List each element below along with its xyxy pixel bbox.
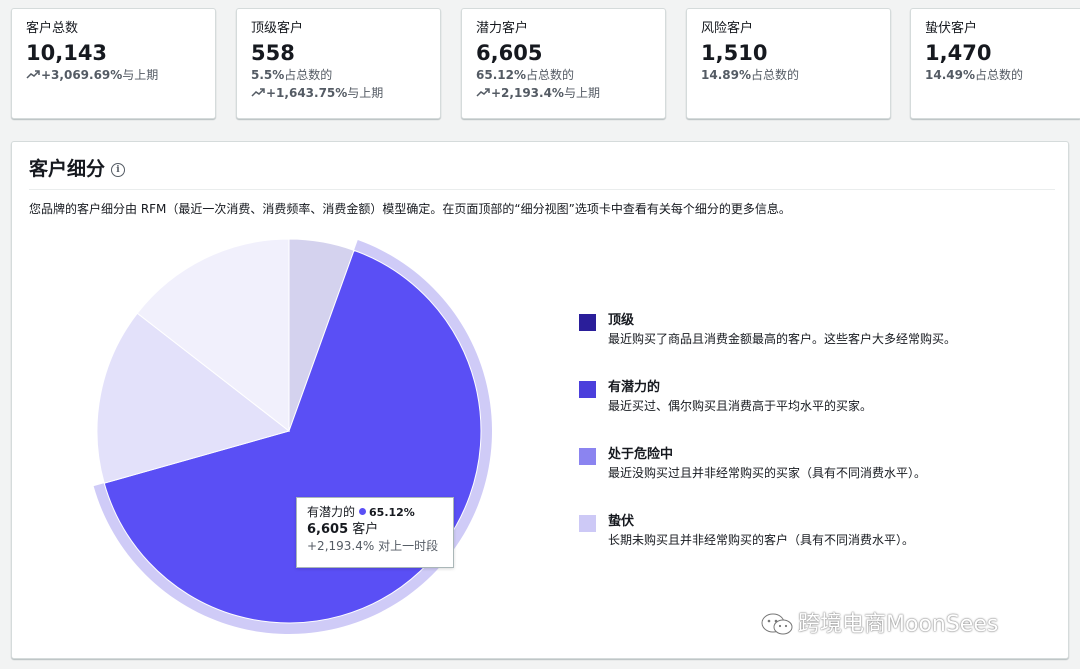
trend-up-icon (251, 88, 265, 97)
legend-desc: 最近购买了商品且消费金额最高的客户。这些客户大多经常购买。 (608, 332, 957, 346)
stat-share: 65.12%占总数的 (476, 68, 574, 82)
stat-share: 14.49%占总数的 (925, 68, 1023, 82)
trend-up-icon (26, 70, 40, 79)
trend-up-icon (476, 88, 490, 97)
stat-card-top: 顶级客户 558 5.5%占总数的 +1,643.75%与上期 (236, 8, 441, 119)
legend-swatch (579, 314, 596, 331)
stat-card-total: 客户总数 10,143 +3,069.69%与上期 (11, 8, 216, 119)
legend-name: 处于危险中 (608, 447, 674, 462)
stat-share: 14.89%占总数的 (701, 68, 799, 82)
stat-share: 5.5%占总数的 (251, 68, 333, 82)
tooltip-change: +2,193.4% 对上一时段 (307, 539, 439, 553)
legend-item-at-risk[interactable]: 处于危险中 最近没购买过且并非经常购买的买家（具有不同消费水平）。 (579, 446, 1049, 513)
stat-title: 风险客户 (701, 21, 754, 36)
legend-desc: 最近买过、偶尔购买且消费高于平均水平的买家。 (608, 399, 873, 413)
legend-swatch (579, 381, 596, 398)
legend-name: 顶级 (608, 313, 635, 328)
legend-item-dormant[interactable]: 蛰伏 长期未购买且并非经常购买的客户（具有不同消费水平）。 (579, 513, 1049, 580)
stat-trend: +1,643.75%与上期 (251, 84, 426, 102)
watermark: 跨境电商MoonSees (760, 606, 998, 638)
customer-segment-panel: 客户细分 i 您品牌的客户细分由 RFM（最近一次消费、消费频率、消费金额）模型确… (11, 141, 1069, 659)
stat-value: 1,470 (925, 41, 992, 65)
legend-desc: 最近没购买过且并非经常购买的买家（具有不同消费水平）。 (608, 466, 927, 480)
stat-title: 客户总数 (26, 21, 79, 36)
stat-value: 558 (251, 41, 295, 65)
legend-item-top[interactable]: 顶级 最近购买了商品且消费金额最高的客户。这些客户大多经常购买。 (579, 312, 1049, 379)
stat-title: 潜力客户 (476, 21, 529, 36)
legend-desc: 长期未购买且并非经常购买的客户（具有不同消费水平）。 (608, 533, 915, 547)
stat-card-potential: 潜力客户 6,605 65.12%占总数的 +2,193.4%与上期 (461, 8, 666, 119)
stat-trend: +3,069.69%与上期 (26, 66, 201, 84)
legend-swatch (579, 448, 596, 465)
legend-swatch (579, 515, 596, 532)
series-dot-icon (359, 508, 367, 515)
legend-name: 有潜力的 (608, 380, 661, 395)
tooltip-series: 有潜力的 65.12% (307, 505, 415, 519)
stat-trend: +2,193.4%与上期 (476, 84, 651, 102)
chart-tooltip: 有潜力的 65.12% 6,605 客户 +2,193.4% 对上一时段 (296, 497, 454, 568)
stat-card-at-risk: 风险客户 1,510 14.89%占总数的 (686, 8, 891, 119)
stat-value: 10,143 (26, 41, 108, 65)
legend-name: 蛰伏 (608, 514, 635, 529)
stat-value: 6,605 (476, 41, 543, 65)
stat-card-dormant: 蛰伏客户 1,470 14.49%占总数的 (910, 8, 1080, 119)
tooltip-count: 6,605 客户 (307, 522, 379, 537)
stat-value: 1,510 (701, 41, 768, 65)
stat-title: 顶级客户 (251, 21, 304, 36)
wechat-icon (761, 613, 793, 635)
chart-legend: 顶级 最近购买了商品且消费金额最高的客户。这些客户大多经常购买。 有潜力的 最近… (579, 312, 1049, 580)
legend-item-potential[interactable]: 有潜力的 最近买过、偶尔购买且消费高于平均水平的买家。 (579, 379, 1049, 446)
stat-title: 蛰伏客户 (925, 21, 978, 36)
